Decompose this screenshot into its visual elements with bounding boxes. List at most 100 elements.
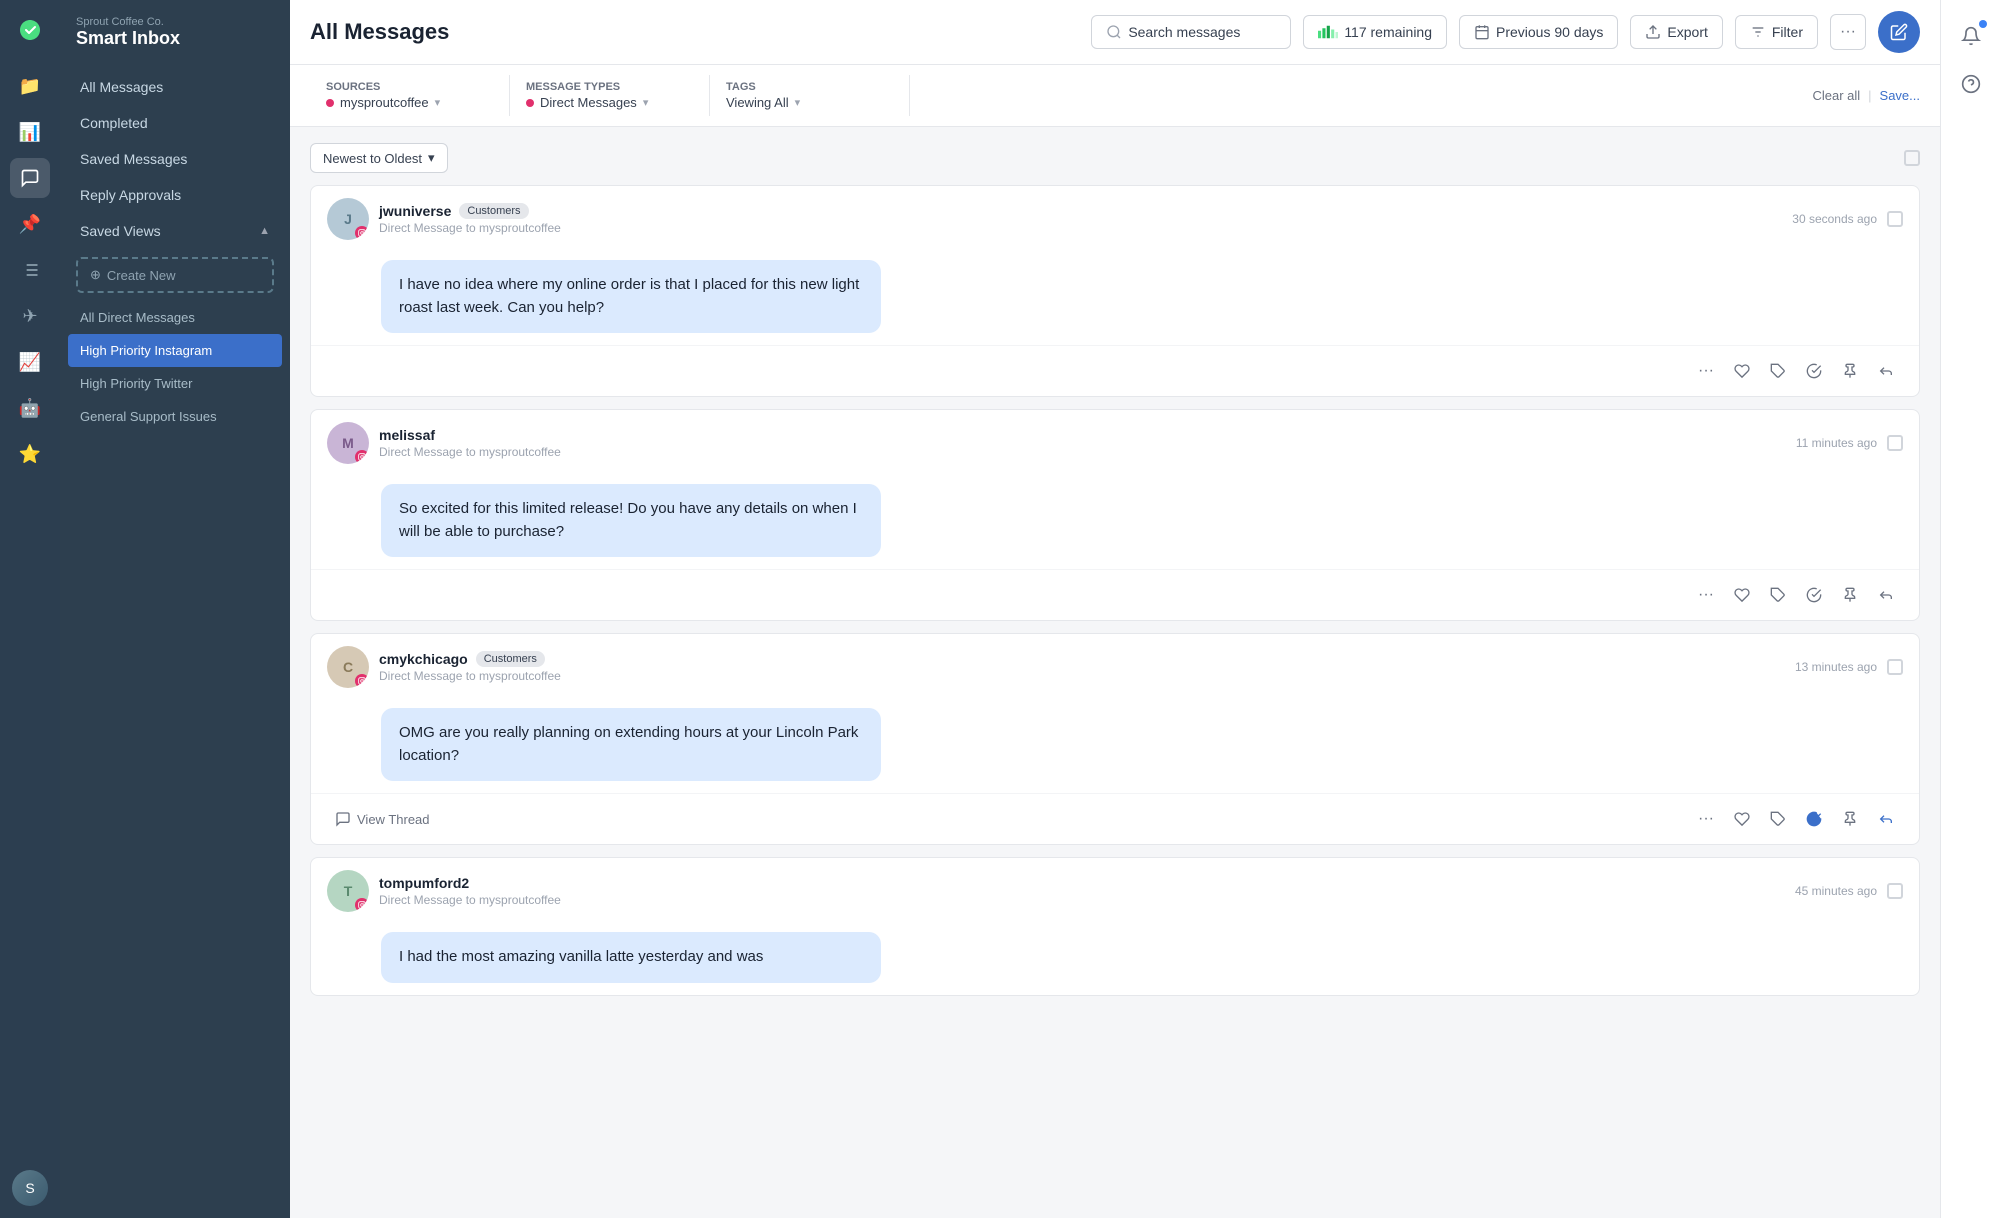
sources-filter[interactable]: Sources mysproutcoffee ▾: [310, 75, 510, 116]
nav-icon-bot[interactable]: 🤖: [10, 388, 50, 428]
filter-button[interactable]: Filter: [1735, 15, 1818, 49]
message-sub: Direct Message to mysproutcoffee: [379, 893, 1785, 907]
message-username: melissaf: [379, 427, 1786, 443]
sort-bar: Newest to Oldest ▾: [310, 143, 1920, 173]
message-type-dot-icon: [526, 99, 534, 107]
compose-button[interactable]: [1878, 11, 1920, 53]
help-icon: [1961, 74, 1981, 94]
export-button[interactable]: Export: [1630, 15, 1722, 49]
thread-icon: [335, 811, 351, 827]
remaining-button[interactable]: 117 remaining: [1303, 15, 1447, 49]
sidebar-item-all-messages[interactable]: All Messages: [60, 69, 290, 105]
search-label: Search messages: [1128, 24, 1240, 40]
clear-all-button[interactable]: Clear all: [1812, 88, 1860, 103]
view-thread-button[interactable]: View Thread: [327, 807, 438, 831]
nav-icon-reports[interactable]: 📈: [10, 342, 50, 382]
message-bubble-wrap: I have no idea where my online order is …: [311, 252, 1919, 345]
sidebar-sub-label-general-support: General Support Issues: [80, 409, 217, 424]
username-text: cmykchicago: [379, 651, 468, 667]
pin-button[interactable]: [1833, 802, 1867, 836]
instagram-platform-icon: [355, 898, 369, 912]
pin-button[interactable]: [1833, 578, 1867, 612]
tags-value: Viewing All ▾: [726, 95, 893, 110]
message-sub: Direct Message to mysproutcoffee: [379, 669, 1785, 683]
message-checkbox[interactable]: [1887, 883, 1903, 899]
like-button[interactable]: [1725, 578, 1759, 612]
nav-icon-inbox[interactable]: [10, 158, 50, 198]
message-bubble: So excited for this limited release! Do …: [381, 484, 881, 557]
save-filter-button[interactable]: Save...: [1880, 88, 1920, 103]
message-checkbox[interactable]: [1887, 659, 1903, 675]
sidebar-item-completed[interactable]: Completed: [60, 105, 290, 141]
pin-button[interactable]: [1833, 354, 1867, 388]
message-header: C cmykchicago Customers Direct Message t…: [311, 634, 1919, 700]
message-card: J jwuniverse Customers Direct Message to…: [310, 185, 1920, 397]
nav-icon-pin[interactable]: 📌: [10, 204, 50, 244]
more-action-button[interactable]: ···: [1689, 578, 1723, 612]
tag-button[interactable]: [1761, 802, 1795, 836]
message-meta: melissaf Direct Message to mysproutcoffe…: [379, 427, 1786, 459]
more-options-button[interactable]: ···: [1830, 14, 1866, 50]
user-avatar[interactable]: S: [12, 1170, 48, 1206]
company-name: Sprout Coffee Co.: [76, 16, 274, 28]
complete-button-active[interactable]: [1797, 802, 1831, 836]
more-action-button[interactable]: ···: [1689, 354, 1723, 388]
sidebar-sub-item-general-support[interactable]: General Support Issues: [60, 400, 290, 433]
app-logo[interactable]: [12, 12, 48, 48]
sidebar-item-reply-approvals[interactable]: Reply Approvals: [60, 177, 290, 213]
filter-label: Filter: [1772, 24, 1803, 40]
complete-button[interactable]: [1797, 354, 1831, 388]
prev-days-button[interactable]: Previous 90 days: [1459, 15, 1618, 49]
sort-dropdown[interactable]: Newest to Oldest ▾: [310, 143, 448, 173]
sources-value: mysproutcoffee ▾: [326, 95, 493, 110]
instagram-platform-icon: [355, 450, 369, 464]
select-all-checkbox[interactable]: [1904, 150, 1920, 166]
help-button[interactable]: [1951, 64, 1991, 104]
nav-icon-star[interactable]: ⭐: [10, 434, 50, 474]
reply-button[interactable]: [1869, 354, 1903, 388]
more-action-button[interactable]: ···: [1689, 802, 1723, 836]
sort-label: Newest to Oldest: [323, 151, 422, 166]
message-sub: Direct Message to mysproutcoffee: [379, 221, 1782, 235]
tag-button[interactable]: [1761, 578, 1795, 612]
message-bubble-wrap: So excited for this limited release! Do …: [311, 476, 1919, 569]
sidebar-sub-item-all-dm[interactable]: All Direct Messages: [60, 301, 290, 334]
message-card: M melissaf Direct Message to mysproutcof…: [310, 409, 1920, 621]
sidebar-sub-item-high-priority-instagram[interactable]: High Priority Instagram: [68, 334, 282, 367]
message-time: 11 minutes ago: [1796, 436, 1877, 450]
like-button[interactable]: [1725, 354, 1759, 388]
message-types-filter[interactable]: Message Types Direct Messages ▾: [510, 75, 710, 116]
complete-button[interactable]: [1797, 578, 1831, 612]
instagram-dot-icon: [326, 99, 334, 107]
app-name: Smart Inbox: [76, 28, 274, 49]
message-checkbox[interactable]: [1887, 435, 1903, 451]
ellipsis-icon: ···: [1840, 23, 1856, 41]
notification-button[interactable]: [1951, 16, 1991, 56]
avatar-placeholder: C: [343, 659, 353, 675]
filter-actions: Clear all | Save...: [1812, 88, 1920, 103]
like-button[interactable]: [1725, 802, 1759, 836]
avatar-placeholder: M: [342, 435, 354, 451]
sources-label: Sources: [326, 81, 493, 93]
nav-icon-tasks[interactable]: [10, 250, 50, 290]
tag-button[interactable]: [1761, 354, 1795, 388]
prev-days-label: Previous 90 days: [1496, 24, 1603, 40]
nav-icon-folder[interactable]: 📁: [10, 66, 50, 106]
sidebar-item-saved-messages[interactable]: Saved Messages: [60, 141, 290, 177]
avatar-placeholder: J: [344, 211, 352, 227]
reply-button-active[interactable]: [1869, 802, 1903, 836]
message-checkbox[interactable]: [1887, 211, 1903, 227]
compose-icon: [1890, 23, 1908, 41]
reply-button[interactable]: [1869, 578, 1903, 612]
message-card: C cmykchicago Customers Direct Message t…: [310, 633, 1920, 845]
create-new-button[interactable]: ⊕ Create New: [76, 257, 274, 293]
nav-icon-send[interactable]: ✈: [10, 296, 50, 336]
sidebar-sub-item-high-priority-twitter[interactable]: High Priority Twitter: [60, 367, 290, 400]
saved-views-header[interactable]: Saved Views ▲: [60, 213, 290, 249]
tags-filter[interactable]: Tags Viewing All ▾: [710, 75, 910, 116]
nav-icon-analytics[interactable]: 📊: [10, 112, 50, 152]
message-types-label: Message Types: [526, 81, 693, 93]
message-time: 30 seconds ago: [1792, 212, 1877, 226]
plus-icon: ⊕: [90, 267, 101, 283]
search-button[interactable]: Search messages: [1091, 15, 1291, 49]
